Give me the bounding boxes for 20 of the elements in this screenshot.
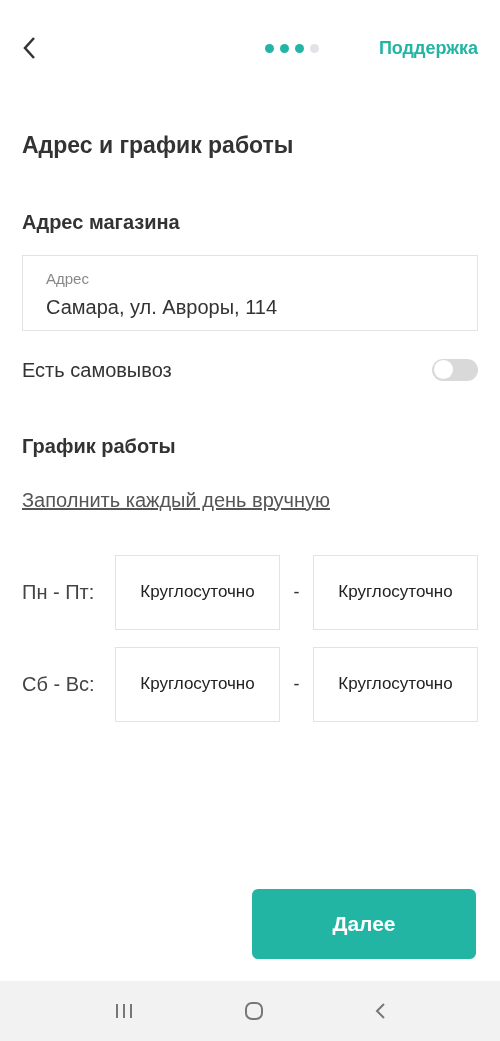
section-heading: График работы bbox=[22, 433, 177, 459]
address-field[interactable]: Адрес Самара, ул. Авроры, 114 bbox=[22, 254, 478, 331]
back-icon[interactable] bbox=[22, 36, 36, 60]
manual-fill-link[interactable]: Заполнить каждый день вручную bbox=[22, 484, 478, 515]
field-value: Самара, ул. Авроры, 114 bbox=[46, 295, 279, 320]
time-field[interactable]: Круглосуточно bbox=[313, 554, 478, 630]
section-heading: Адрес магазина bbox=[22, 209, 181, 235]
recent-apps-icon[interactable] bbox=[114, 1003, 134, 1019]
field-label: Адрес bbox=[46, 268, 90, 289]
time-field[interactable]: Круглосуточно bbox=[115, 554, 280, 630]
dash-separator: - bbox=[292, 672, 301, 696]
page-title: Адрес и график работы bbox=[22, 131, 295, 160]
days-label: Пн - Пт: bbox=[22, 580, 96, 605]
time-field[interactable]: Круглосуточно bbox=[115, 646, 280, 722]
days-label: Сб - Вс: bbox=[22, 672, 96, 697]
time-field[interactable]: Круглосуточно bbox=[313, 646, 478, 722]
home-icon[interactable] bbox=[244, 1001, 264, 1021]
pickup-toggle[interactable] bbox=[432, 358, 478, 381]
pickup-label: Есть самовывоз bbox=[22, 357, 172, 383]
dash-separator: - bbox=[292, 580, 301, 604]
